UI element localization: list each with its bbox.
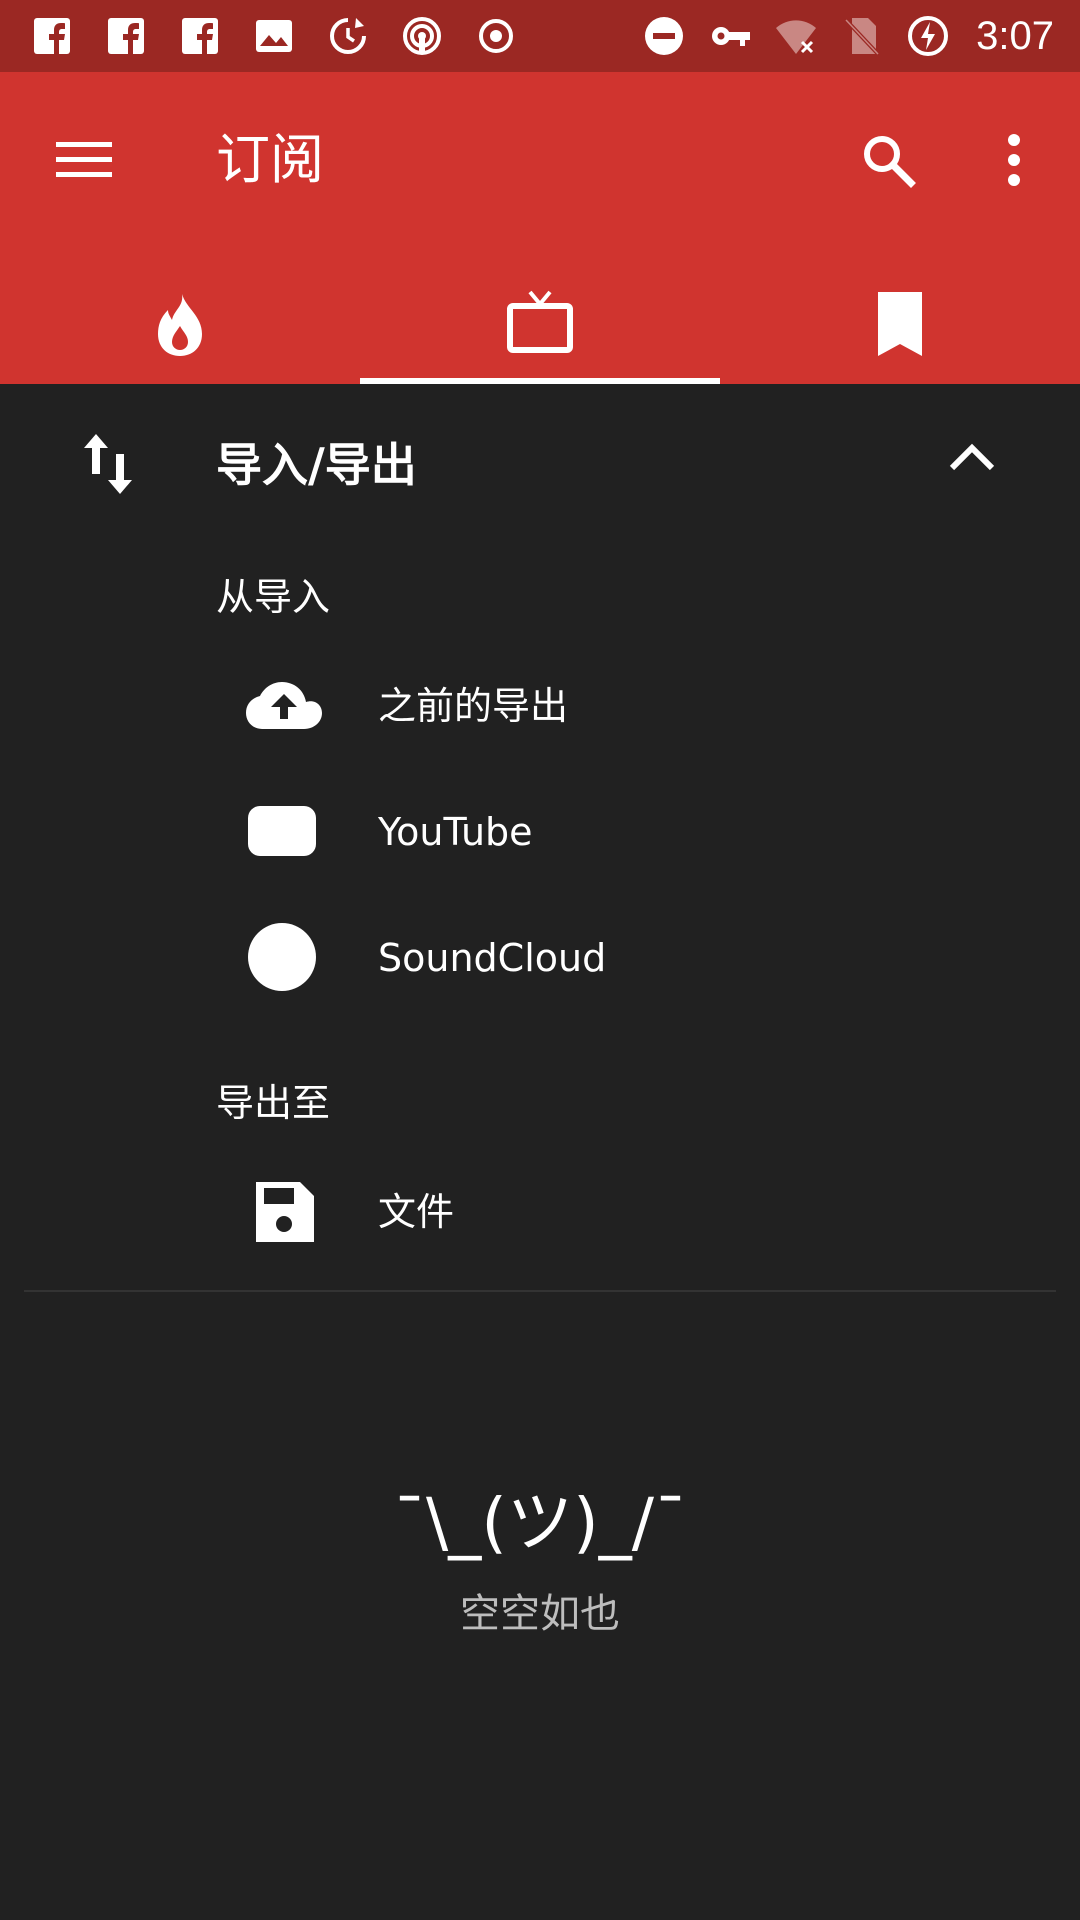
section-title: 导入/导出 xyxy=(216,438,417,492)
fire-icon xyxy=(158,294,202,356)
facebook-icon xyxy=(104,14,148,58)
import-youtube-item[interactable]: YouTube xyxy=(216,772,1080,892)
export-file-item[interactable]: 文件 xyxy=(216,1152,1080,1272)
tab-trending[interactable] xyxy=(0,264,360,384)
page-title: 订阅 xyxy=(216,128,324,191)
save-icon xyxy=(246,1174,322,1250)
system-icons: 3:07 xyxy=(642,0,1080,72)
tab-bookmarks[interactable] xyxy=(720,264,1080,384)
more-vert-icon xyxy=(1008,134,1020,186)
battery-charging-icon xyxy=(906,14,950,58)
export-option-label: 文件 xyxy=(378,1190,455,1234)
record-icon xyxy=(474,14,518,58)
tv-icon xyxy=(507,290,573,353)
status-bar: 3:07 xyxy=(0,0,1080,72)
search-button[interactable] xyxy=(846,118,930,202)
wifi-off-icon xyxy=(774,14,818,58)
divider xyxy=(24,1290,1056,1292)
do-not-disturb-icon xyxy=(642,14,686,58)
cloud-upload-icon xyxy=(246,668,322,744)
import-option-label: YouTube xyxy=(378,810,533,854)
empty-state-emoticon: ¯\_(ツ)_/¯ xyxy=(393,1484,687,1561)
import-option-label: SoundCloud xyxy=(378,936,607,980)
hamburger-menu-icon xyxy=(56,142,112,177)
bookmark-icon xyxy=(878,292,922,356)
toolbar: 订阅 xyxy=(0,72,1080,240)
facebook-icon xyxy=(178,14,222,58)
empty-state-message: 空空如也 xyxy=(460,1591,620,1637)
refresh-icon xyxy=(326,14,370,58)
no-sim-icon xyxy=(840,14,884,58)
import-export-header[interactable]: 导入/导出 xyxy=(0,384,1080,534)
status-time: 3:07 xyxy=(976,13,1054,58)
search-icon xyxy=(864,136,916,188)
app-bar: 订阅 xyxy=(0,72,1080,384)
youtube-icon xyxy=(246,794,322,870)
facebook-icon xyxy=(30,14,74,58)
import-previous-export-item[interactable]: 之前的导出 xyxy=(216,646,1080,766)
soundcloud-icon xyxy=(246,920,322,996)
import-export-section: 导入/导出 从导入 之前的导出 YouTube SoundCloud 导出至 文… xyxy=(0,384,1080,1292)
import-soundcloud-item[interactable]: SoundCloud xyxy=(216,898,1080,1018)
export-heading: 导出至 xyxy=(216,1081,331,1125)
tab-bar xyxy=(0,264,1080,384)
import-export-icon xyxy=(72,428,144,500)
vpn-key-icon xyxy=(708,14,752,58)
tab-subscriptions[interactable] xyxy=(360,264,720,384)
podcast-icon xyxy=(400,14,444,58)
more-options-button[interactable] xyxy=(972,118,1056,202)
notification-icons xyxy=(0,0,518,72)
image-icon xyxy=(252,14,296,58)
menu-button[interactable] xyxy=(42,118,126,202)
import-heading: 从导入 xyxy=(216,575,331,619)
import-option-label: 之前的导出 xyxy=(378,684,569,728)
chevron-up-icon[interactable] xyxy=(936,422,1008,494)
